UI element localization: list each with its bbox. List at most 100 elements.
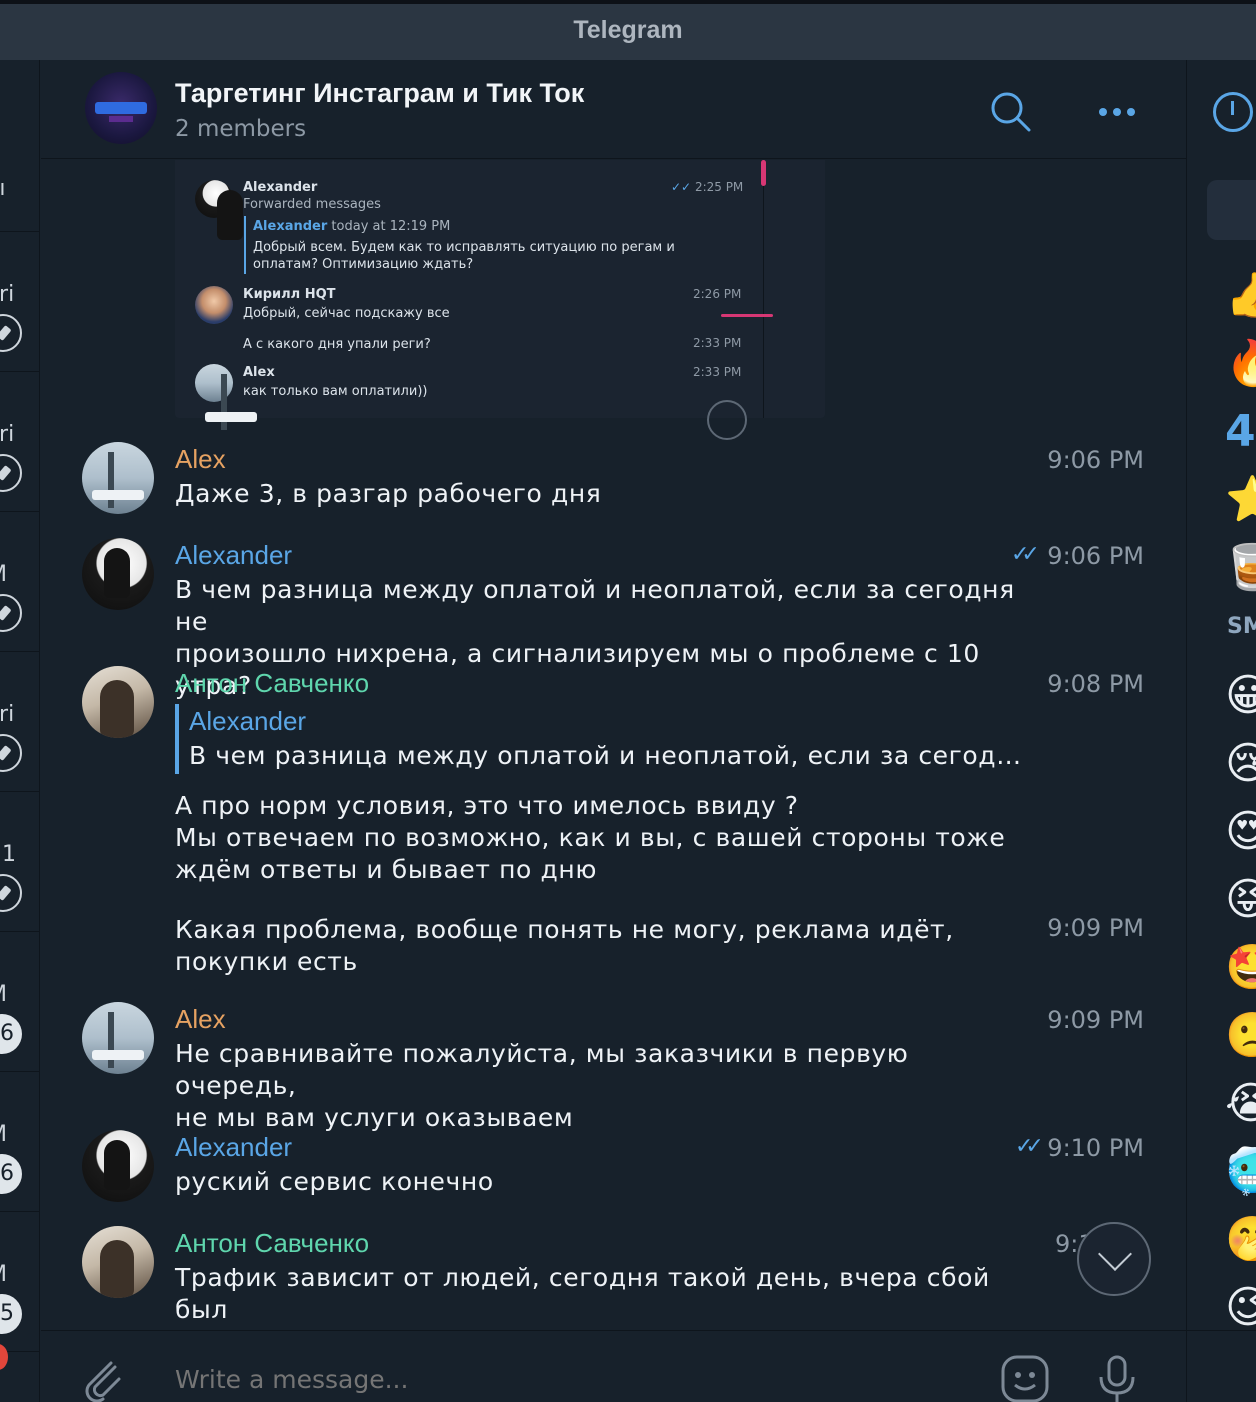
sticker-fire[interactable]: 🔥	[1225, 340, 1256, 388]
chat-list-time: M	[0, 1122, 39, 1147]
emoji-item[interactable]: 🙁	[1225, 1012, 1256, 1060]
avatar[interactable]	[82, 538, 154, 610]
message-composer[interactable]	[41, 1330, 1186, 1402]
chat-list-item[interactable]: Fri	[0, 652, 39, 792]
chat-list-time: M	[0, 1262, 39, 1287]
message-time: 9:08 PM	[1047, 670, 1144, 698]
chat-title[interactable]: Таргетинг Инстаграм и Тик Ток	[175, 78, 584, 109]
emoji-item[interactable]: 😢	[1225, 740, 1256, 788]
recent-clock-icon[interactable]	[1213, 92, 1253, 132]
message-author[interactable]: Alex	[175, 1004, 226, 1035]
chat-list-time: Fri	[0, 702, 15, 727]
chat-list-sidebar[interactable]: ы Fri Fri M Fri 21 M 6 M 6 M 5	[0, 60, 40, 1402]
emoji-item[interactable]: 🥶	[1225, 1148, 1256, 1196]
screenshot-avatar	[195, 286, 233, 324]
emoji-item[interactable]: 😀	[1225, 672, 1256, 720]
avatar-label	[95, 102, 147, 114]
avatar[interactable]	[82, 442, 154, 514]
screenshot-avatar	[195, 364, 257, 430]
scroll-to-bottom-button[interactable]	[1077, 1222, 1151, 1296]
reply-author: Alexander	[189, 706, 307, 736]
avatar[interactable]	[82, 1226, 154, 1298]
screenshot-forward-bar	[244, 216, 246, 274]
screenshot-forward-header: Alexander today at 12:19 PM	[253, 219, 451, 234]
panel-search-box[interactable]	[1207, 180, 1256, 240]
chat-member-count: 2 members	[175, 116, 307, 142]
screenshot-scrollbar	[761, 160, 766, 186]
emoji-item[interactable]: 🤭	[1225, 1216, 1256, 1264]
chat-list-item[interactable]: Fri	[0, 232, 39, 372]
emoji-item[interactable]: 😉	[1225, 1284, 1256, 1332]
message-time: 9:06 PM	[1047, 446, 1144, 474]
screenshot-author: Кирилл HQT	[243, 287, 336, 302]
message-text: Даже 3, в разгар рабочего дня	[175, 479, 602, 508]
message-text: Какая проблема, вообще понять не могу, р…	[175, 915, 954, 976]
message-author[interactable]: Alex	[175, 444, 226, 475]
window-titlebar: Telegram	[0, 0, 1256, 60]
emoji-item[interactable]: 😍	[1225, 808, 1256, 856]
message-author[interactable]: Антон Савченко	[175, 1228, 369, 1259]
more-options-icon[interactable]	[1095, 90, 1139, 134]
read-checkmark-icon: ✓✓	[1015, 1134, 1044, 1159]
paperclip-icon[interactable]	[81, 1357, 125, 1402]
sticker-star[interactable]: ⭐	[1225, 476, 1256, 524]
avatar[interactable]	[82, 1130, 154, 1202]
message-input[interactable]	[175, 1365, 975, 1394]
chat-list-item[interactable]: M 5	[0, 1212, 39, 1352]
embedded-screenshot-image[interactable]: Alexander Forwarded messages ✓✓ 2:25 PM …	[175, 160, 825, 440]
message-author[interactable]: Alexander	[175, 540, 292, 571]
pin-icon	[0, 594, 22, 632]
chat-list-item[interactable]: M 6	[0, 932, 39, 1072]
sticker-number[interactable]: 4	[1225, 408, 1256, 456]
screenshot-text: Добрый, сейчас подскажу все	[243, 306, 450, 321]
screenshot-author: Alexander	[243, 180, 318, 195]
message-text: Трафик зависит от людей, сегодня такой д…	[175, 1263, 1009, 1330]
pin-icon	[0, 734, 22, 772]
screenshot-text: оплатам? Оптимизацию ждать?	[253, 257, 474, 272]
avatar[interactable]	[82, 1002, 154, 1074]
unread-badge: 6	[0, 1014, 22, 1054]
message-time: 9:09 PM	[1047, 914, 1144, 942]
emoji-item[interactable]: 😝	[1225, 876, 1256, 924]
chat-list-time: ы	[0, 176, 39, 201]
chat-list-time: Fri	[0, 422, 15, 447]
sticker-thumbs-up[interactable]: 👍	[1225, 272, 1256, 320]
chat-header[interactable]: Таргетинг Инстаграм и Тик Ток 2 members	[41, 60, 1186, 159]
screenshot-author: Alex	[243, 365, 275, 380]
search-icon[interactable]	[989, 90, 1033, 134]
chat-list-time: 21	[0, 842, 16, 867]
message-time: 9:09 PM	[1047, 1006, 1144, 1034]
unread-badge: 5	[0, 1294, 22, 1334]
reply-quote[interactable]: Alexander В чем разница между оплатой и …	[175, 704, 1035, 774]
message-time: 9:10 PM	[1047, 1134, 1144, 1162]
chat-list-item[interactable]: 21	[0, 792, 39, 932]
chat-avatar[interactable]	[85, 72, 157, 144]
chat-list-item[interactable]: M 6	[0, 1072, 39, 1212]
microphone-icon[interactable]	[1095, 1353, 1139, 1402]
panel-separator	[1186, 1330, 1256, 1331]
sticker-icon[interactable]	[999, 1353, 1051, 1402]
chat-list-item[interactable]: M	[0, 512, 39, 652]
sticker-emoji-panel[interactable]: 👍 🔥 4 ⭐ 🥃 SM 😀 😢 😍 😝 🤩 🙁 😭 🥶 🤭 😉	[1186, 60, 1256, 1402]
chat-list-time: M	[0, 982, 39, 1007]
message-author[interactable]: Антон Савченко	[175, 668, 369, 699]
chat-list-item[interactable]: ы	[0, 60, 39, 232]
chat-list-item[interactable]: Fri	[0, 372, 39, 512]
message-text: руский сервис конечно	[175, 1167, 494, 1196]
pin-icon	[0, 454, 22, 492]
panel-section-label: SM	[1227, 614, 1256, 639]
screenshot-divider	[763, 160, 764, 418]
message-author[interactable]: Alexander	[175, 1132, 292, 1163]
screenshot-time: 2:33 PM	[693, 365, 742, 379]
screenshot-text: А с какого дня упали реги?	[243, 337, 431, 352]
pin-icon	[0, 314, 22, 352]
sticker-glass[interactable]: 🥃	[1225, 544, 1256, 592]
emoji-item[interactable]: 😭	[1225, 1080, 1256, 1128]
chat-list-time: Fri	[0, 282, 15, 307]
avatar-decoration	[109, 116, 133, 122]
avatar[interactable]	[82, 666, 154, 738]
message-history[interactable]: Alexander Forwarded messages ✓✓ 2:25 PM …	[41, 160, 1186, 1330]
emoji-item[interactable]: 🤩	[1225, 944, 1256, 992]
message-time: 9:06 PM	[1047, 542, 1144, 570]
chat-list-time: M	[0, 562, 39, 587]
